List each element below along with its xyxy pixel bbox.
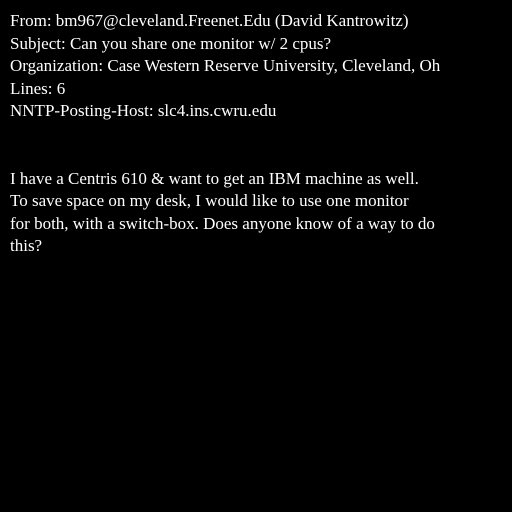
lines-count-line: Lines: 6 <box>10 78 66 98</box>
message-body: I have a Centris 610 & want to get an IB… <box>10 168 512 258</box>
organization-line: Organization: Case Western Reserve Unive… <box>10 56 441 75</box>
body-line: for both, with a switch-box. Does anyone… <box>10 213 435 233</box>
from-line: From: bm967@cleveland.Freenet.Edu (David… <box>10 11 409 30</box>
nntp-posting-host-line: NNTP-Posting-Host: slc4.ins.cwru.edu <box>10 101 277 120</box>
subject-line: Subject: Can you share one monitor w/ 2 … <box>10 33 332 53</box>
body-line: I have a Centris 610 & want to get an IB… <box>10 168 419 188</box>
body-line: this? <box>10 236 43 255</box>
body-line: To save space on my desk, I would like t… <box>10 191 409 210</box>
email-document: From: bm967@cleveland.Freenet.Edu (David… <box>10 10 512 258</box>
message-header: From: bm967@cleveland.Freenet.Edu (David… <box>10 10 512 123</box>
